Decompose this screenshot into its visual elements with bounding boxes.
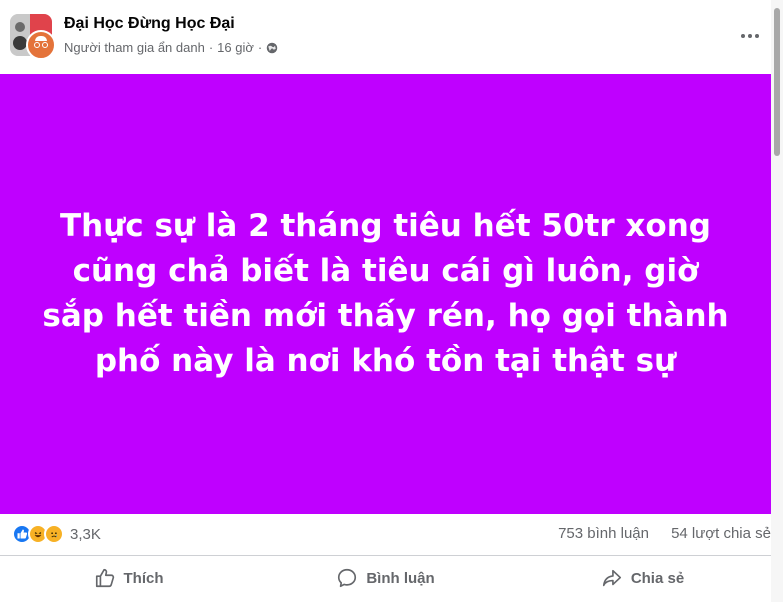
scrollbar-thumb[interactable] xyxy=(774,8,780,156)
reaction-count: 3,3K xyxy=(70,525,101,543)
comments-count-link[interactable]: 753 bình luận xyxy=(558,525,649,542)
scrollbar[interactable] xyxy=(771,0,783,602)
post-card: Đại Học Đừng Học Đại Người tham gia ẩn d… xyxy=(0,0,771,602)
post-text: Thực sự là 2 tháng tiêu hết 50tr xong cũ… xyxy=(42,208,729,379)
post-stats: 3,3K 753 bình luận 54 lượt chia sẻ xyxy=(0,514,771,556)
post-actions: Thích Bình luận Chia sẻ xyxy=(0,558,771,598)
anonymous-avatar xyxy=(26,30,56,60)
shares-count-link[interactable]: 54 lượt chia sẻ xyxy=(671,525,771,542)
comment-icon xyxy=(338,568,357,588)
like-button[interactable]: Thích xyxy=(0,558,257,598)
share-icon xyxy=(602,569,621,587)
post-time-link[interactable]: 16 giờ xyxy=(217,40,254,55)
meta-separator: · xyxy=(208,40,214,55)
meta-separator: · xyxy=(257,40,263,55)
group-name-link[interactable]: Đại Học Đừng Học Đại xyxy=(64,15,235,33)
sad-reaction-icon xyxy=(44,524,64,544)
post-meta: Người tham gia ẩn danh · 16 giờ · xyxy=(64,40,278,55)
comment-button[interactable]: Bình luận xyxy=(257,558,514,598)
share-button-label: Chia sẻ xyxy=(630,569,685,587)
like-button-label: Thích xyxy=(123,569,164,587)
comment-button-label: Bình luận xyxy=(366,569,435,587)
author-name: Người tham gia ẩn danh xyxy=(64,40,205,55)
share-button[interactable]: Chia sẻ xyxy=(514,558,771,598)
globe-icon[interactable] xyxy=(266,42,278,54)
more-options-icon[interactable] xyxy=(736,24,764,48)
reactions-summary[interactable]: 3,3K xyxy=(12,524,101,544)
post-content: Thực sự là 2 tháng tiêu hết 50tr xong cũ… xyxy=(0,74,771,514)
like-icon xyxy=(95,568,114,588)
post-header: Đại Học Đừng Học Đại Người tham gia ẩn d… xyxy=(0,0,771,74)
